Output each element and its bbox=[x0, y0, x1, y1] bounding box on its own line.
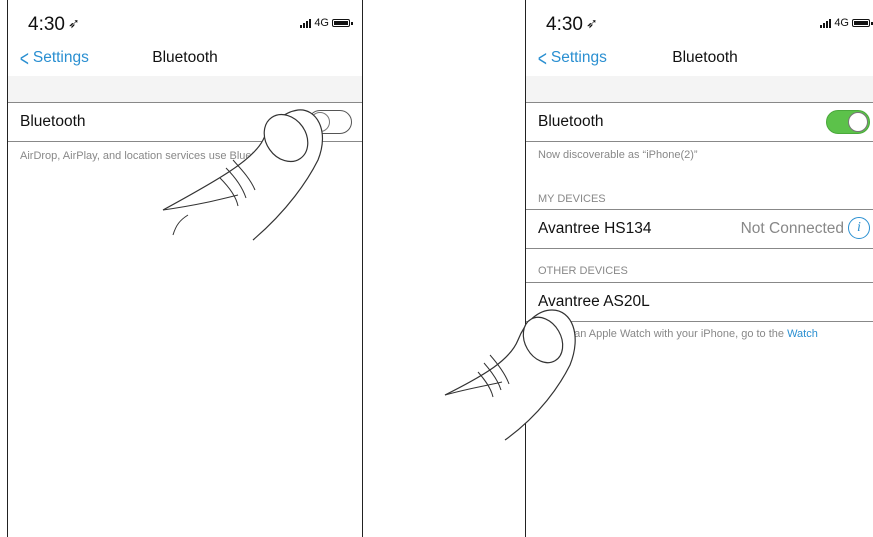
toggle-knob bbox=[310, 112, 330, 132]
network-type: 4G bbox=[834, 17, 849, 29]
bluetooth-label: Bluetooth bbox=[538, 113, 604, 130]
page-title: Bluetooth bbox=[152, 49, 218, 66]
bluetooth-toggle[interactable] bbox=[826, 110, 870, 134]
bluetooth-row: Bluetooth bbox=[526, 103, 873, 142]
page-title: Bluetooth bbox=[672, 49, 738, 66]
status-bar: 4:30 ➶ 4G bbox=[8, 0, 362, 40]
discoverable-note: Now discoverable as “iPhone(2)” bbox=[538, 149, 698, 161]
nav-bar: < Settings Bluetooth bbox=[8, 40, 362, 77]
status-time: 4:30 ➶ bbox=[546, 14, 598, 35]
section-spacer bbox=[526, 76, 873, 103]
device-row-other-0[interactable]: Avantree AS20L bbox=[526, 282, 873, 322]
watch-link[interactable]: Watch bbox=[787, 328, 818, 340]
info-icon[interactable]: i bbox=[848, 217, 870, 239]
battery-icon bbox=[852, 19, 873, 27]
phone-screen-bluetooth-off: 4:30 ➶ 4G < Settings Bluetooth Bluetooth … bbox=[7, 0, 363, 537]
battery-icon bbox=[332, 19, 353, 27]
network-type: 4G bbox=[314, 17, 329, 29]
device-name: Avantree AS20L bbox=[538, 293, 650, 310]
bluetooth-label: Bluetooth bbox=[20, 113, 86, 130]
status-bar: 4:30 ➶ 4G bbox=[526, 0, 873, 40]
toggle-knob bbox=[848, 112, 868, 132]
other-devices-header: OTHER DEVICES bbox=[538, 265, 628, 277]
connection-status: Not Connected bbox=[740, 220, 844, 237]
bluetooth-toggle[interactable] bbox=[308, 110, 352, 134]
phone-screen-bluetooth-on: 4:30 ➶ 4G < Settings Bluetooth Bluetooth … bbox=[525, 0, 873, 537]
bluetooth-row: Bluetooth bbox=[8, 103, 362, 142]
nav-bar: < Settings Bluetooth bbox=[526, 40, 873, 77]
status-time: 4:30 ➶ bbox=[28, 14, 80, 35]
my-devices-header: MY DEVICES bbox=[538, 193, 606, 205]
device-row-my-0[interactable]: Avantree HS134 Not Connected i bbox=[526, 209, 873, 249]
status-indicators: 4G bbox=[820, 17, 873, 29]
location-arrow-icon: ➶ bbox=[67, 15, 80, 31]
signal-icon bbox=[300, 18, 312, 28]
device-name: Avantree HS134 bbox=[538, 220, 652, 237]
bluetooth-footer-note: AirDrop, AirPlay, and location services … bbox=[20, 150, 280, 162]
section-spacer bbox=[8, 76, 362, 103]
watch-pair-note: To pair an Apple Watch with your iPhone,… bbox=[538, 328, 818, 340]
status-indicators: 4G bbox=[300, 17, 353, 29]
signal-icon bbox=[820, 18, 832, 28]
location-arrow-icon: ➶ bbox=[585, 15, 598, 31]
